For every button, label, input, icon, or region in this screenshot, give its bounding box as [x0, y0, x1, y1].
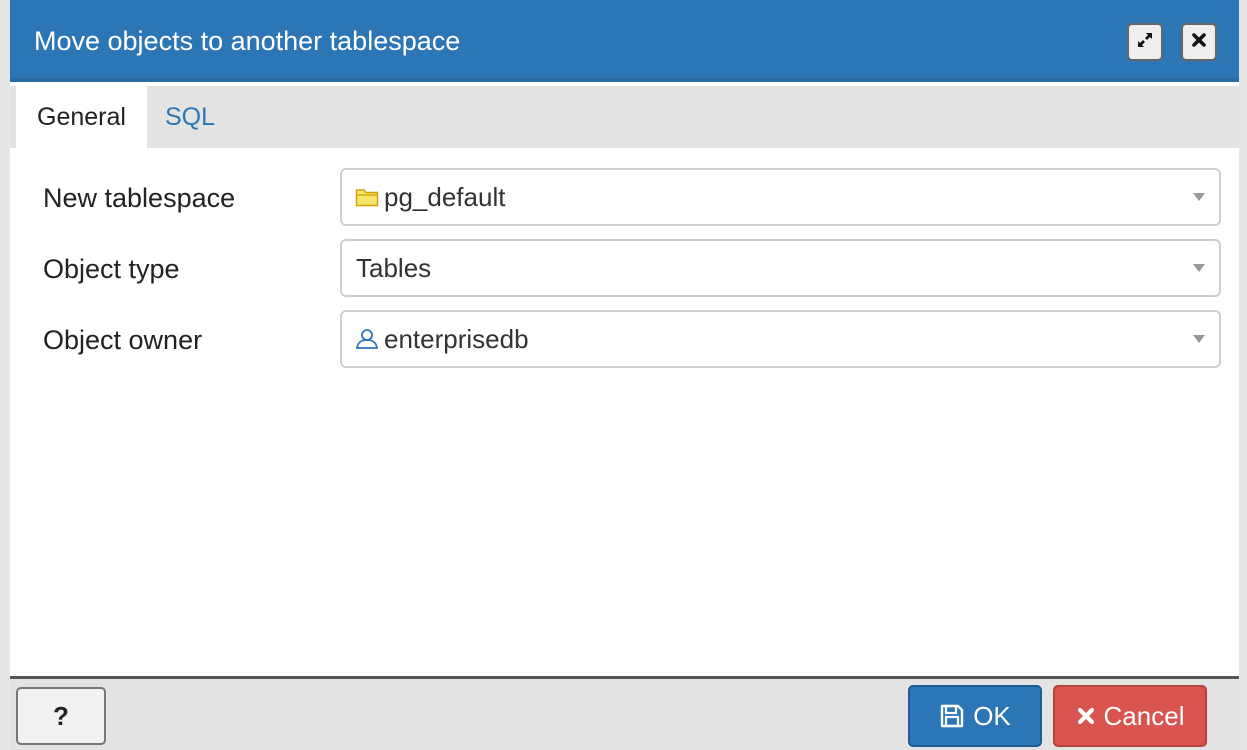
tab-bar: General SQL	[10, 86, 1239, 148]
chevron-down-icon	[1193, 335, 1205, 343]
ok-button[interactable]: OK	[908, 685, 1042, 747]
help-button[interactable]: ?	[16, 687, 106, 745]
save-icon	[939, 703, 965, 729]
chevron-down-icon	[1193, 264, 1205, 272]
dialog-title: Move objects to another tablespace	[34, 26, 461, 56]
object-owner-value: enterprisedb	[384, 323, 529, 354]
object-type-row: Object type Tables	[10, 239, 1239, 299]
dialog-titlebar[interactable]: Move objects to another tablespace	[10, 0, 1239, 82]
ok-label: OK	[973, 700, 1011, 731]
chevron-down-icon	[1193, 193, 1205, 201]
times-icon	[1076, 706, 1096, 726]
expand-icon	[1135, 30, 1155, 55]
folder-icon	[354, 184, 380, 210]
new-tablespace-select[interactable]: pg_default	[340, 168, 1221, 226]
new-tablespace-value: pg_default	[384, 181, 506, 212]
object-owner-select[interactable]: enterprisedb	[340, 310, 1221, 368]
move-objects-dialog: Move objects to another tablespace Gener…	[0, 0, 1247, 750]
cancel-label: Cancel	[1103, 700, 1185, 731]
cancel-button[interactable]: Cancel	[1053, 685, 1207, 747]
object-owner-row: Object owner enterprisedb	[10, 310, 1239, 370]
tab-general[interactable]: General	[16, 86, 147, 148]
dialog-footer: ? OK Cancel	[10, 679, 1239, 750]
new-tablespace-label: New tablespace	[43, 183, 236, 213]
maximize-button[interactable]	[1127, 23, 1163, 61]
user-icon	[354, 326, 380, 352]
new-tablespace-row: New tablespace pg_default	[10, 168, 1239, 228]
tab-sql[interactable]: SQL	[165, 86, 215, 148]
close-button[interactable]	[1181, 23, 1217, 61]
close-icon	[1190, 31, 1208, 54]
object-type-value: Tables	[356, 252, 432, 283]
object-owner-label: Object owner	[43, 325, 203, 355]
object-type-label: Object type	[43, 254, 180, 284]
object-type-select[interactable]: Tables	[340, 239, 1221, 297]
